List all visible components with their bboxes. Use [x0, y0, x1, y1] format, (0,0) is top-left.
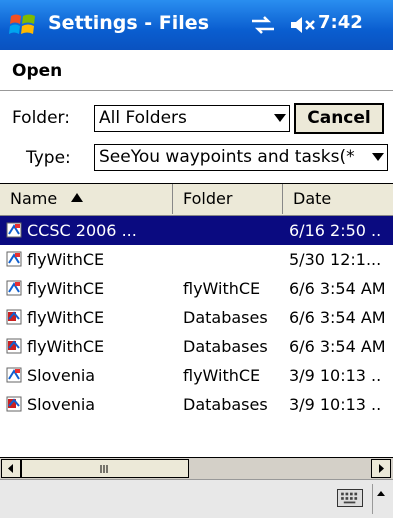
folder-dropdown[interactable]: All Folders: [94, 105, 290, 132]
windows-start-icon[interactable]: [8, 10, 38, 40]
cell-name: flyWithCE: [27, 308, 105, 327]
cell-date: 6/6 3:54 AM: [289, 308, 386, 327]
database-file-icon: [6, 338, 22, 354]
column-header-date-label: Date: [293, 189, 332, 208]
grip-icon: [100, 465, 108, 473]
file-filter-form: Folder: All Folders Cancel Type: SeeYou …: [0, 91, 393, 181]
header-bar: Open: [0, 50, 393, 91]
cancel-button[interactable]: Cancel: [294, 103, 384, 134]
column-header-name[interactable]: Name: [0, 184, 173, 214]
chevron-down-icon: [274, 114, 286, 122]
clock[interactable]: 7:42: [318, 12, 363, 33]
type-dropdown[interactable]: SeeYou waypoints and tasks(*: [94, 144, 388, 171]
keyboard-icon[interactable]: [337, 489, 363, 507]
scroll-left-button[interactable]: [1, 459, 21, 478]
cell-name: flyWithCE: [27, 250, 105, 269]
arrow-right-icon: [379, 464, 384, 473]
cell-folder: [183, 216, 283, 245]
scroll-right-button[interactable]: [371, 459, 391, 478]
waypoint-file-icon: [6, 280, 22, 296]
cell-date: 6/6 3:54 AM: [289, 279, 386, 298]
cell-name: Slovenia: [27, 395, 96, 414]
cell-name: flyWithCE: [27, 279, 105, 298]
cell-date: 6/16 2:50 ..: [289, 221, 382, 240]
file-list[interactable]: Name Folder Date CCSC 2006 ... 6/16 2:50 …: [0, 183, 393, 458]
waypoint-file-icon: [6, 367, 22, 383]
cell-folder: Databases: [183, 308, 268, 327]
chevron-down-icon: [372, 153, 384, 161]
table-row[interactable]: flyWithCE Databases 6/6 3:54 AM: [0, 332, 393, 361]
window-title: Settings - Files: [48, 12, 209, 34]
waypoint-file-icon: [6, 222, 22, 238]
cell-date: 6/6 3:54 AM: [289, 337, 386, 356]
table-row[interactable]: flyWithCE Databases 6/6 3:54 AM: [0, 303, 393, 332]
cell-folder: [183, 245, 283, 274]
horizontal-scrollbar[interactable]: [0, 457, 393, 480]
table-row[interactable]: CCSC 2006 ... 6/16 2:50 ..: [0, 216, 393, 245]
table-row[interactable]: Slovenia Databases 3/9 10:13 ..: [0, 390, 393, 419]
cell-folder: flyWithCE: [183, 279, 261, 298]
cell-folder: flyWithCE: [183, 366, 261, 385]
cell-name: Slovenia: [27, 366, 96, 385]
column-header-folder-label: Folder: [183, 189, 233, 208]
cell-folder: Databases: [183, 395, 268, 414]
scrollbar-thumb[interactable]: [21, 459, 189, 478]
connectivity-icon[interactable]: [250, 14, 276, 36]
table-row[interactable]: Slovenia flyWithCE 3/9 10:13 ..: [0, 361, 393, 390]
cell-date: 3/9 10:13 ..: [289, 395, 382, 414]
cell-name: CCSC 2006 ...: [27, 221, 137, 240]
cell-folder: Databases: [183, 337, 268, 356]
database-file-icon: [6, 396, 22, 412]
column-header-date[interactable]: Date: [283, 184, 393, 214]
cell-name: flyWithCE: [27, 337, 105, 356]
bottom-bar: [0, 479, 393, 518]
title-bar: Settings - Files 7:42: [0, 0, 393, 50]
table-row[interactable]: flyWithCE flyWithCE 6/6 3:54 AM: [0, 274, 393, 303]
list-header: Name Folder Date: [0, 184, 393, 216]
table-row[interactable]: flyWithCE 5/30 12:1...: [0, 245, 393, 274]
input-panel-toggle[interactable]: [372, 484, 389, 514]
type-dropdown-value: SeeYou waypoints and tasks(*: [99, 147, 355, 167]
folder-label: Folder:: [12, 108, 70, 128]
waypoint-file-icon: [6, 251, 22, 267]
cell-date: 5/30 12:1...: [289, 250, 382, 269]
cell-date: 3/9 10:13 ..: [289, 366, 382, 385]
open-heading: Open: [12, 61, 63, 81]
folder-dropdown-value: All Folders: [99, 108, 187, 128]
column-header-folder[interactable]: Folder: [173, 184, 283, 214]
arrow-left-icon: [8, 464, 13, 473]
column-header-name-label: Name: [10, 189, 58, 208]
database-file-icon: [6, 309, 22, 325]
speaker-muted-icon[interactable]: [289, 14, 317, 36]
sort-ascending-icon: [71, 193, 84, 202]
arrow-up-icon: [377, 491, 385, 496]
type-label: Type:: [26, 148, 71, 168]
